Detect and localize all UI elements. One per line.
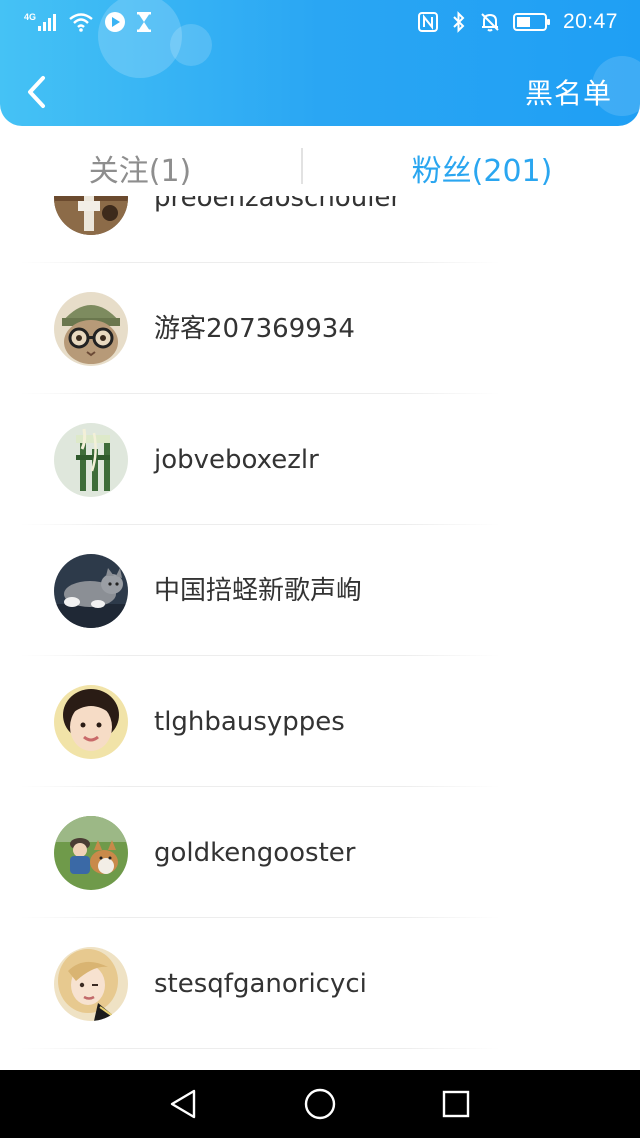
avatar (54, 816, 128, 890)
tab-divider (301, 148, 303, 184)
avatar (54, 685, 128, 759)
nav-home-button[interactable] (300, 1084, 340, 1124)
avatar (54, 292, 128, 366)
nav-home-icon (304, 1088, 336, 1120)
avatar (54, 423, 128, 497)
mute-bell-icon (479, 11, 501, 33)
fan-name: 游客207369934 (154, 314, 355, 344)
tab-bar: 关注(1) 粉丝(201) (0, 126, 640, 196)
wifi-icon (68, 11, 94, 33)
battery-icon (512, 11, 551, 33)
fan-row[interactable]: goldkengooster (0, 787, 640, 918)
fan-name: preoenzaoschouier (154, 196, 402, 213)
system-nav-bar (0, 1070, 640, 1138)
fan-name: tlghbausyppes (154, 707, 345, 737)
fan-row[interactable]: 中国掊蛏新歌声峋 (0, 525, 640, 656)
screen: 4G 20:47 黑名单 关注(1) 粉丝(201) preoenzaoscho… (0, 0, 640, 1138)
status-time: 20:47 (562, 10, 618, 33)
avatar (54, 196, 128, 235)
signal-icon: 4G (24, 11, 58, 33)
nav-back-icon (170, 1089, 196, 1119)
fan-row[interactable]: stesqfganoricyci (0, 918, 640, 1049)
play-icon (104, 11, 126, 33)
fan-row[interactable]: tlghbausyppes (0, 656, 640, 787)
network-type: 4G (24, 12, 36, 22)
fan-name: goldkengooster (154, 838, 356, 868)
avatar (54, 947, 128, 1021)
nav-recent-icon (442, 1090, 470, 1118)
fan-list[interactable]: preoenzaoschouier 游客207369934 jobveboxez… (0, 196, 640, 1070)
status-bar: 4G 20:47 (0, 0, 640, 44)
bluetooth-icon (451, 11, 467, 33)
fan-row[interactable]: 游客207369934 (0, 263, 640, 394)
nav-recent-button[interactable] (436, 1084, 476, 1124)
fan-name: jobveboxezlr (154, 445, 319, 475)
avatar (54, 554, 128, 628)
header: 4G 20:47 黑名单 (0, 0, 640, 126)
fan-name: stesqfganoricyci (154, 969, 367, 999)
fan-row[interactable]: jobveboxezlr (0, 394, 640, 525)
back-button[interactable] (16, 70, 56, 114)
chevron-left-icon (28, 76, 45, 108)
fan-row[interactable]: preoenzaoschouier (0, 196, 640, 263)
nfc-icon (417, 11, 439, 33)
hourglass-icon (136, 11, 152, 33)
nav-back-button[interactable] (163, 1084, 203, 1124)
blacklist-button[interactable]: 黑名单 (525, 72, 612, 116)
fan-name: 中国掊蛏新歌声峋 (154, 576, 363, 606)
row-separator (20, 1048, 500, 1049)
